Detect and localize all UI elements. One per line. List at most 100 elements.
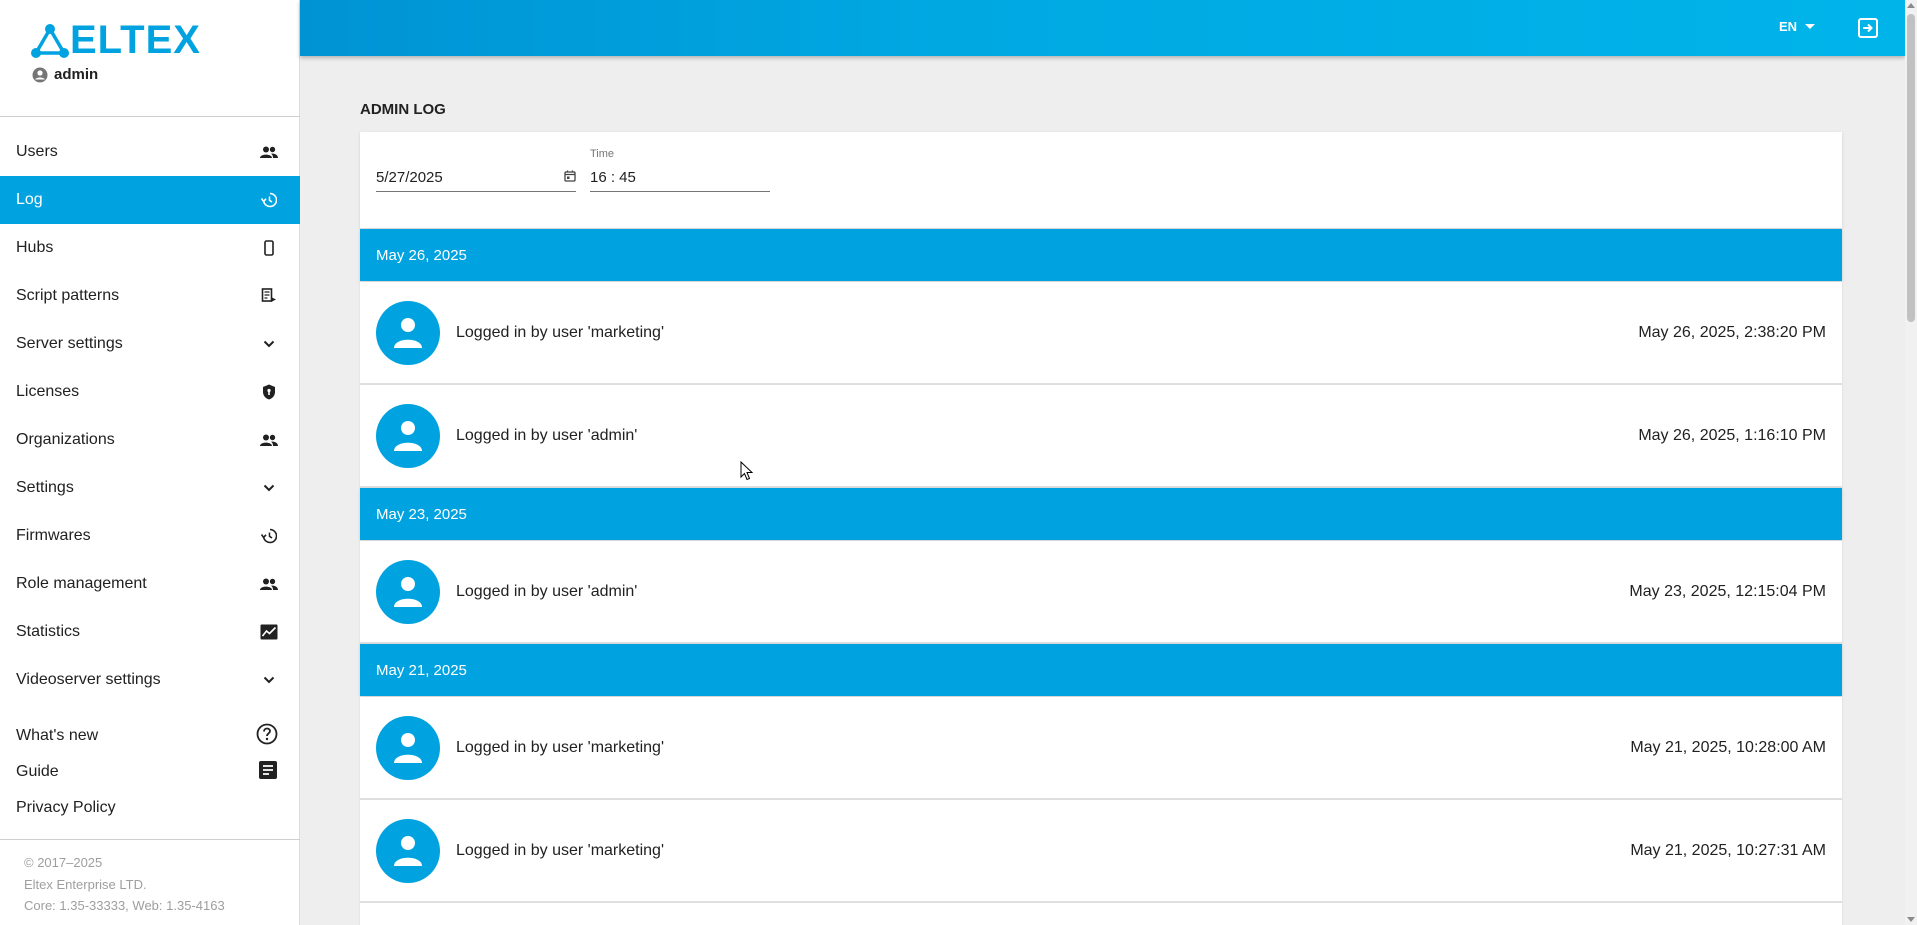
- log-entry[interactable]: [360, 903, 1842, 925]
- person-icon: [394, 317, 422, 348]
- log-entry-main: Logged in by user 'marketing': [376, 300, 665, 365]
- log-entry-timestamp: May 26, 2025, 2:38:20 PM: [1638, 323, 1826, 341]
- date-input[interactable]: [376, 169, 526, 186]
- log-entry-timestamp: May 21, 2025, 10:27:31 AM: [1630, 841, 1826, 859]
- sidebar-item-label: Licenses: [16, 383, 80, 400]
- person-icon: [394, 420, 422, 451]
- sidebar-item-label: Log: [16, 191, 43, 208]
- history-icon: [260, 527, 278, 545]
- scrollbar-thumb[interactable]: [1907, 14, 1915, 322]
- calendar-icon[interactable]: [564, 169, 576, 187]
- sidebar-item-users[interactable]: Users: [0, 128, 300, 176]
- whats-new-link[interactable]: What's new: [0, 718, 300, 754]
- person-icon: [394, 732, 422, 763]
- sidebar-item-label: Server settings: [16, 335, 123, 352]
- version-text: Core: 1.35-33333, Web: 1.35-4163: [24, 898, 225, 913]
- language-label: EN: [1778, 19, 1797, 34]
- sidebar-item-label: Videoserver settings: [16, 671, 161, 688]
- shield-icon: [260, 383, 278, 401]
- person-icon: [394, 576, 422, 607]
- log-entry[interactable]: Logged in by user 'marketing' May 21, 20…: [360, 800, 1842, 903]
- log-entry[interactable]: Logged in by user 'marketing' May 21, 20…: [360, 697, 1842, 800]
- sidebar-item-role-management[interactable]: Role management: [0, 560, 300, 608]
- script-icon: [260, 287, 278, 305]
- chevron-down-icon: [260, 335, 278, 353]
- scroll-up-arrow-icon[interactable]: [1907, 3, 1915, 8]
- sidebar-item-label: Statistics: [16, 623, 81, 640]
- logo-text: ELTEX: [70, 18, 201, 62]
- log-entry-text: Logged in by user 'admin': [456, 582, 638, 600]
- avatar: [376, 715, 440, 780]
- log-entry[interactable]: Logged in by user 'marketing' May 26, 20…: [360, 282, 1842, 385]
- sidebar-item-label: Hubs: [16, 239, 54, 256]
- avatar: [376, 559, 440, 624]
- whats-new-label: What's new: [16, 727, 99, 744]
- chevron-down-icon: [260, 479, 278, 497]
- avatar: [376, 403, 440, 468]
- eltex-logo[interactable]: ELTEX: [30, 18, 201, 63]
- log-entry-text: Logged in by user 'marketing': [456, 323, 665, 341]
- logout-button[interactable]: [1857, 17, 1879, 44]
- log-entry-text: Logged in by user 'marketing': [456, 841, 665, 859]
- mouse-cursor-icon: [740, 460, 754, 486]
- sidebar-divider: [0, 116, 300, 117]
- phone-icon: [260, 239, 278, 257]
- people-icon: [260, 575, 278, 593]
- sidebar-item-label: Settings: [16, 479, 74, 496]
- time-label: Time: [590, 148, 615, 160]
- sidebar-item-label: Role management: [16, 575, 147, 592]
- sidebar: ELTEX admin Users Log Hubs Script patter…: [0, 0, 300, 925]
- current-user: admin: [32, 66, 98, 83]
- guide-link[interactable]: Guide: [0, 754, 300, 790]
- sidebar-secondary-nav: What's new Guide Privacy Policy: [0, 718, 300, 826]
- people-icon: [260, 431, 278, 449]
- log-filter-card: Time: [360, 132, 1842, 228]
- log-entry-main: Logged in by user 'marketing': [376, 818, 665, 883]
- log-list: May 26, 2025 Logged in by user 'marketin…: [360, 229, 1842, 925]
- scroll-down-arrow-icon[interactable]: [1907, 917, 1915, 922]
- sidebar-item-hubs[interactable]: Hubs: [0, 224, 300, 272]
- date-group-header: May 26, 2025: [360, 229, 1842, 281]
- date-field[interactable]: [376, 164, 576, 192]
- sidebar-item-settings[interactable]: Settings: [0, 464, 300, 512]
- sidebar-item-label: Organizations: [16, 431, 115, 448]
- log-entry-text: Logged in by user 'marketing': [456, 738, 665, 756]
- time-field[interactable]: [590, 164, 770, 192]
- log-entry-main: Logged in by user 'marketing': [376, 715, 665, 780]
- privacy-policy-label: Privacy Policy: [16, 799, 116, 816]
- company-text: Eltex Enterprise LTD.: [24, 876, 147, 892]
- person-icon: [394, 835, 422, 866]
- sidebar-item-videoserver-settings[interactable]: Videoserver settings: [0, 656, 300, 704]
- sidebar-item-log[interactable]: Log: [0, 176, 300, 224]
- history-icon: [260, 191, 278, 209]
- caret-down-icon: [1805, 24, 1815, 29]
- sidebar-nav: Users Log Hubs Script patterns Server se…: [0, 128, 300, 704]
- sidebar-item-statistics[interactable]: Statistics: [0, 608, 300, 656]
- chevron-down-icon: [260, 671, 278, 689]
- avatar: [376, 818, 440, 883]
- log-entry[interactable]: Logged in by user 'admin' May 26, 2025, …: [360, 385, 1842, 488]
- sidebar-item-server-settings[interactable]: Server settings: [0, 320, 300, 368]
- guide-label: Guide: [16, 763, 59, 780]
- log-entry[interactable]: Logged in by user 'admin' May 23, 2025, …: [360, 541, 1842, 644]
- time-input[interactable]: [590, 169, 740, 186]
- sidebar-item-script-patterns[interactable]: Script patterns: [0, 272, 300, 320]
- page-title: ADMIN LOG: [360, 101, 446, 118]
- sidebar-item-firmwares[interactable]: Firmwares: [0, 512, 300, 560]
- log-entry-main: Logged in by user 'admin': [376, 559, 638, 624]
- sidebar-item-licenses[interactable]: Licenses: [0, 368, 300, 416]
- page-scrollbar[interactable]: [1905, 0, 1917, 925]
- language-selector[interactable]: EN: [1779, 19, 1815, 34]
- sidebar-item-organizations[interactable]: Organizations: [0, 416, 300, 464]
- chart-icon: [260, 623, 278, 641]
- log-entry-main: Logged in by user 'admin': [376, 403, 637, 468]
- log-entry-timestamp: May 26, 2025, 1:16:10 PM: [1638, 426, 1826, 444]
- sidebar-footer: © 2017–2025 Eltex Enterprise LTD. Core: …: [24, 852, 225, 917]
- copyright-text: © 2017–2025: [24, 855, 103, 870]
- help-circle-icon: [256, 723, 278, 750]
- username: admin: [54, 66, 99, 83]
- log-entry-timestamp: May 23, 2025, 12:15:04 PM: [1629, 582, 1826, 600]
- privacy-policy-link[interactable]: Privacy Policy: [0, 790, 300, 826]
- sidebar-item-label: Script patterns: [16, 287, 120, 304]
- date-group-header: May 23, 2025: [360, 488, 1842, 540]
